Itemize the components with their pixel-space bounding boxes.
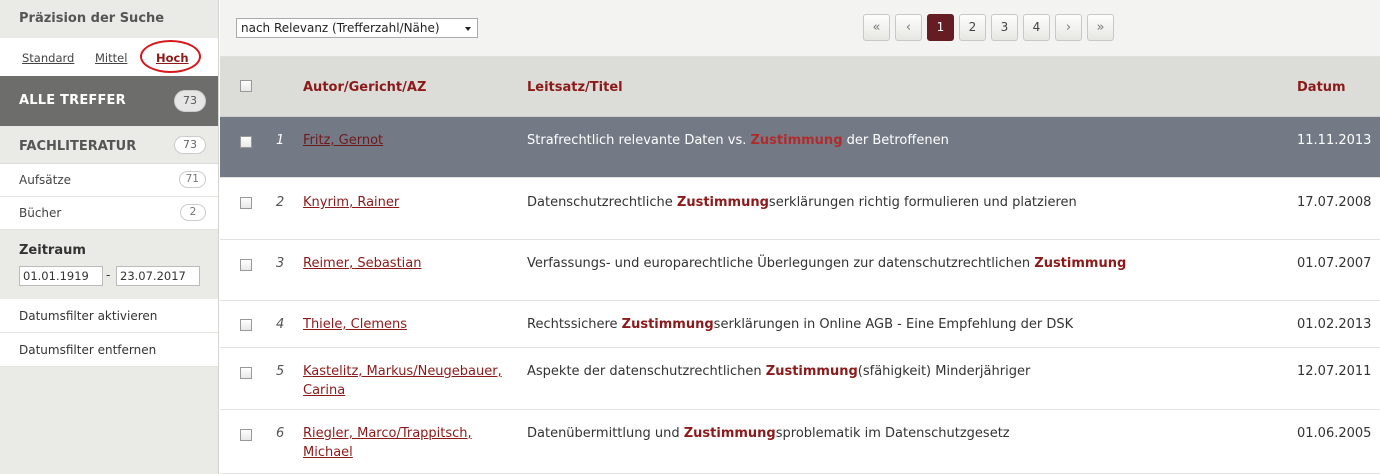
fachliteratur-item[interactable]: FACHLITERATUR 73 (0, 126, 218, 164)
search-term-highlight: Zustimmung (750, 133, 843, 148)
period-filter: Zeitraum - (0, 230, 218, 299)
results-panel: nach Relevanz (Trefferzahl/Nähe) « ‹ 1 2… (220, 0, 1380, 474)
precision-hoch-link[interactable]: Hoch (156, 51, 189, 65)
row-checkbox[interactable] (240, 429, 252, 441)
result-title[interactable]: Datenschutzrechtliche Zustimmungserkläru… (527, 195, 1077, 210)
prev-page-button[interactable]: ‹ (895, 14, 922, 41)
author-link[interactable]: Riegler, Marco/Trappitsch, Michael (303, 424, 513, 462)
author-link[interactable]: Reimer, Sebastian (303, 254, 513, 273)
last-page-button[interactable]: » (1087, 14, 1114, 41)
sidebar-item-aufsaetze[interactable]: Aufsätze 71 (0, 164, 218, 197)
date-to-input[interactable] (116, 266, 200, 286)
all-hits-item[interactable]: ALLE TREFFER 73 (0, 76, 218, 126)
precision-mittel-link[interactable]: Mittel (95, 51, 127, 65)
result-date: 01.02.2013 (1297, 317, 1372, 332)
sidebar-item-buecher[interactable]: Bücher 2 (0, 197, 218, 230)
column-header-author[interactable]: Autor/Gericht/AZ (303, 80, 426, 95)
search-term-highlight: Zustimmung (1034, 256, 1127, 271)
row-checkbox[interactable] (240, 136, 252, 148)
fachliteratur-count-badge: 73 (174, 136, 206, 154)
activate-date-filter-label: Datumsfilter aktivieren (19, 309, 158, 323)
search-term-highlight: Zustimmung (683, 426, 776, 441)
precision-options: Standard Mittel Hoch (0, 38, 218, 76)
row-checkbox[interactable] (240, 319, 252, 331)
next-page-button[interactable]: › (1055, 14, 1082, 41)
row-checkbox[interactable] (240, 259, 252, 271)
column-header-date[interactable]: Datum (1297, 80, 1346, 95)
row-number: 5 (276, 364, 285, 379)
sort-select-value: nach Relevanz (Trefferzahl/Nähe) (241, 21, 440, 35)
search-term-highlight: Zustimmung (765, 364, 858, 379)
table-row[interactable]: 4 Thiele, Clemens Rechtssichere Zustimmu… (220, 301, 1380, 348)
result-date: 01.07.2007 (1297, 256, 1372, 271)
all-hits-count-badge: 73 (174, 90, 206, 112)
table-row[interactable]: 5 Kastelitz, Markus/Neugebauer, Carina A… (220, 348, 1380, 410)
table-header: Autor/Gericht/AZ Leitsatz/Titel Datum (220, 57, 1380, 117)
result-date: 17.07.2008 (1297, 195, 1372, 210)
results-toolbar: nach Relevanz (Trefferzahl/Nähe) « ‹ 1 2… (220, 0, 1380, 57)
chevron-down-icon (465, 27, 471, 31)
pagination: « ‹ 1 2 3 4 › » (863, 14, 1119, 41)
remove-date-filter-label: Datumsfilter entfernen (19, 343, 157, 357)
row-number: 3 (276, 256, 285, 271)
precision-title: Präzision der Suche (19, 11, 165, 26)
first-page-button[interactable]: « (863, 14, 890, 41)
author-link[interactable]: Fritz, Gernot (303, 131, 513, 150)
fachliteratur-label: FACHLITERATUR (19, 139, 137, 154)
row-number: 4 (276, 317, 285, 332)
row-number: 2 (276, 195, 285, 210)
period-label: Zeitraum (19, 243, 86, 258)
result-title[interactable]: Aspekte der datenschutzrechtlichen Zusti… (527, 364, 1030, 379)
sidebar: Präzision der Suche Standard Mittel Hoch… (0, 0, 219, 474)
page-2-button[interactable]: 2 (959, 14, 986, 41)
author-link[interactable]: Kastelitz, Markus/Neugebauer, Carina (303, 362, 513, 400)
result-date: 12.07.2011 (1297, 364, 1372, 379)
search-term-highlight: Zustimmung (621, 317, 714, 332)
date-from-input[interactable] (19, 266, 103, 286)
author-link[interactable]: Thiele, Clemens (303, 315, 513, 334)
table-row[interactable]: 1 Fritz, Gernot Strafrechtlich relevante… (220, 117, 1380, 178)
sidebar-item-label: Bücher (19, 206, 62, 220)
all-hits-label: ALLE TREFFER (19, 93, 126, 108)
select-all-checkbox[interactable] (240, 80, 252, 92)
page-1-button[interactable]: 1 (927, 14, 954, 41)
count-badge: 2 (180, 204, 206, 221)
precision-standard-link[interactable]: Standard (22, 51, 74, 65)
column-header-title[interactable]: Leitsatz/Titel (527, 80, 623, 95)
result-date: 01.06.2005 (1297, 426, 1372, 441)
count-badge: 71 (178, 171, 206, 188)
search-term-highlight: Zustimmung (676, 195, 769, 210)
row-checkbox[interactable] (240, 367, 252, 379)
table-row[interactable]: 2 Knyrim, Rainer Datenschutzrechtliche Z… (220, 178, 1380, 240)
date-separator: - (106, 268, 111, 282)
result-date: 11.11.2013 (1297, 133, 1372, 148)
sidebar-item-label: Aufsätze (19, 173, 72, 187)
table-row[interactable]: 6 Riegler, Marco/Trappitsch, Michael Dat… (220, 410, 1380, 474)
table-row[interactable]: 3 Reimer, Sebastian Verfassungs- und eur… (220, 240, 1380, 301)
remove-date-filter-link[interactable]: Datumsfilter entfernen (0, 333, 218, 367)
row-checkbox[interactable] (240, 197, 252, 209)
row-number: 6 (276, 426, 285, 441)
sort-select[interactable]: nach Relevanz (Trefferzahl/Nähe) (236, 18, 478, 38)
result-title[interactable]: Verfassungs- und europarechtliche Überle… (527, 256, 1126, 271)
result-title[interactable]: Strafrechtlich relevante Daten vs. Zusti… (527, 133, 949, 148)
result-title[interactable]: Datenübermittlung und Zustimmungsproblem… (527, 426, 1010, 441)
page-4-button[interactable]: 4 (1023, 14, 1050, 41)
activate-date-filter-link[interactable]: Datumsfilter aktivieren (0, 299, 218, 333)
author-link[interactable]: Knyrim, Rainer (303, 193, 513, 212)
page-3-button[interactable]: 3 (991, 14, 1018, 41)
result-title[interactable]: Rechtssichere Zustimmungserklärungen in … (527, 317, 1073, 332)
row-number: 1 (276, 133, 285, 148)
